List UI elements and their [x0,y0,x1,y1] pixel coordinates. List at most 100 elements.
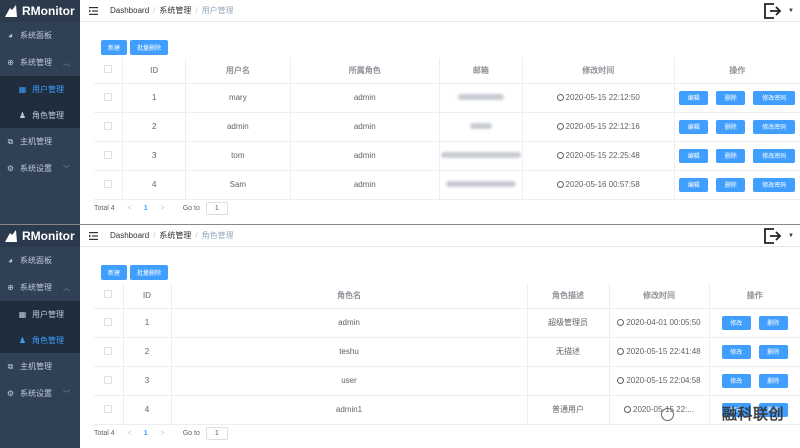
breadcrumb-separator: / [153,231,156,240]
edit-button[interactable]: 编辑 [679,177,709,192]
user-table: ID 用户名 所属角色 邮箱 修改时间 操作 1 mary admin 2020… [94,58,800,200]
role-cell: admin [290,112,440,142]
edit-button[interactable]: 修改 [721,315,751,330]
prev-page-button[interactable]: < [128,205,132,212]
delete-button[interactable]: 删除 [758,373,788,388]
checkbox-cell [94,170,124,200]
menu-item-role-mgmt[interactable]: ♟ 角色管理 [0,102,80,128]
column-header: 修改时间 [522,58,675,84]
actions-cell: 修改 删除 [709,366,800,396]
sidebar: RMonitor ◕ 系统面板 ⊕ 系统管理 ︿ ▦ 用户管理 ♟ 角色管理 ⧉… [0,225,80,448]
edit-button[interactable]: 修改 [721,373,751,388]
delete-button[interactable]: 删除 [716,177,746,192]
role-desc-cell: 无描述 [527,337,610,367]
breadcrumb-dashboard[interactable]: Dashboard [110,231,149,240]
page-number[interactable]: 1 [144,430,148,437]
id-cell: 4 [123,395,172,425]
column-header: ID [122,58,187,84]
clock-icon [617,377,625,384]
hamburger-icon[interactable] [89,6,98,15]
plus-circle-icon: ⊕ [7,283,14,292]
page-number[interactable]: 1 [144,205,148,212]
goto-input[interactable]: 1 [205,202,228,215]
edit-button[interactable]: 编辑 [679,90,709,105]
prev-page-button[interactable]: < [128,430,132,437]
breadcrumb-current: 角色管理 [201,231,234,240]
checkbox-cell [94,366,124,396]
id-cell: 3 [122,141,187,171]
menu-item-user-mgmt[interactable]: ▦ 用户管理 [0,301,80,327]
time-cell: 2020-05-16 00:57:58 [522,170,675,200]
menu-item-settings[interactable]: ⚙ 系统设置 ﹀ [0,155,80,182]
change-password-button[interactable]: 修改密码 [753,148,796,163]
dropdown-caret-icon[interactable]: ▼ [788,8,794,14]
change-password-button[interactable]: 修改密码 [753,177,796,192]
chevron-up-icon: ︿ [63,59,70,67]
clock-icon [624,406,632,413]
menu-label: 系统管理 [20,283,52,292]
checkbox-cell [94,83,124,113]
delete-button[interactable]: 删除 [758,344,788,359]
id-cell: 3 [123,366,172,396]
batch-delete-button[interactable]: 批量删除 [130,265,169,280]
row-checkbox[interactable] [104,92,113,101]
delete-button[interactable]: 删除 [716,119,746,134]
username-cell: Sam [185,170,291,200]
delete-button[interactable]: 删除 [758,315,788,330]
row-checkbox[interactable] [104,346,113,355]
column-header: 操作 [709,283,800,309]
watermark: 融科联创 [721,406,784,423]
change-password-button[interactable]: 修改密码 [753,90,796,105]
batch-delete-button[interactable]: 批量删除 [130,40,169,55]
row-checkbox[interactable] [104,317,113,326]
role-desc-cell: 超级管理员 [527,308,610,338]
add-button[interactable]: 新建 [101,265,128,280]
menu-item-settings[interactable]: ⚙ 系统设置 ﹀ [0,380,80,407]
breadcrumb-dashboard[interactable]: Dashboard [110,6,149,15]
menu-item-dashboard[interactable]: ◕ 系统面板 [0,22,80,49]
row-checkbox[interactable] [104,121,113,130]
select-all-checkbox[interactable] [104,65,113,74]
navbar: Dashboard / 系统管理 / 用户管理 ▼ [80,0,800,22]
menu-label: 用户管理 [32,309,64,319]
logout-icon[interactable] [764,228,782,244]
id-cell: 2 [122,112,187,142]
row-checkbox[interactable] [104,404,113,413]
menu-item-host[interactable]: ⧉ 主机管理 [0,128,80,155]
settings-icon: ⚙ [6,164,15,173]
time-text: 2020-05-15 22:41:48 [626,347,701,356]
edit-button[interactable]: 编辑 [679,119,709,134]
actions-cell: 编辑 删除 修改密码 [674,170,800,200]
select-all-checkbox[interactable] [104,290,113,299]
edit-button[interactable]: 修改 [721,344,751,359]
menu-item-dashboard[interactable]: ◕ 系统面板 [0,247,80,274]
table-header-row: ID 用户名 所属角色 邮箱 修改时间 操作 [94,58,800,84]
row-checkbox[interactable] [104,375,113,384]
edit-button[interactable]: 编辑 [679,148,709,163]
change-password-button[interactable]: 修改密码 [753,119,796,134]
hamburger-icon[interactable] [89,231,98,240]
menu-item-user-mgmt[interactable]: ▦ 用户管理 [0,76,80,102]
menu-item-host[interactable]: ⧉ 主机管理 [0,353,80,380]
add-button[interactable]: 新建 [101,40,128,55]
menu-item-system[interactable]: ⊕ 系统管理 ︿ [0,274,80,301]
logout-icon[interactable] [764,3,782,19]
menu-item-role-mgmt[interactable]: ♟ 角色管理 [0,327,80,353]
delete-button[interactable]: 删除 [716,90,746,105]
next-page-button[interactable]: > [161,430,165,437]
delete-button[interactable]: 删除 [716,148,746,163]
column-header: 修改时间 [609,283,710,309]
username-cell: admin [185,112,291,142]
column-header: 邮箱 [439,58,523,84]
time-cell: 2020-05-15 22:12:16 [522,112,675,142]
column-header: ID [123,283,172,309]
menu-item-system[interactable]: ⊕ 系统管理 ︿ [0,49,80,76]
checkbox-cell [94,395,124,425]
row-checkbox[interactable] [104,150,113,159]
total-count: Total 4 [94,205,115,212]
time-cell: 2020-05-15 22:... [609,395,710,425]
goto-input[interactable]: 1 [205,427,228,440]
next-page-button[interactable]: > [161,205,165,212]
row-checkbox[interactable] [104,179,113,188]
dropdown-caret-icon[interactable]: ▼ [788,233,794,239]
